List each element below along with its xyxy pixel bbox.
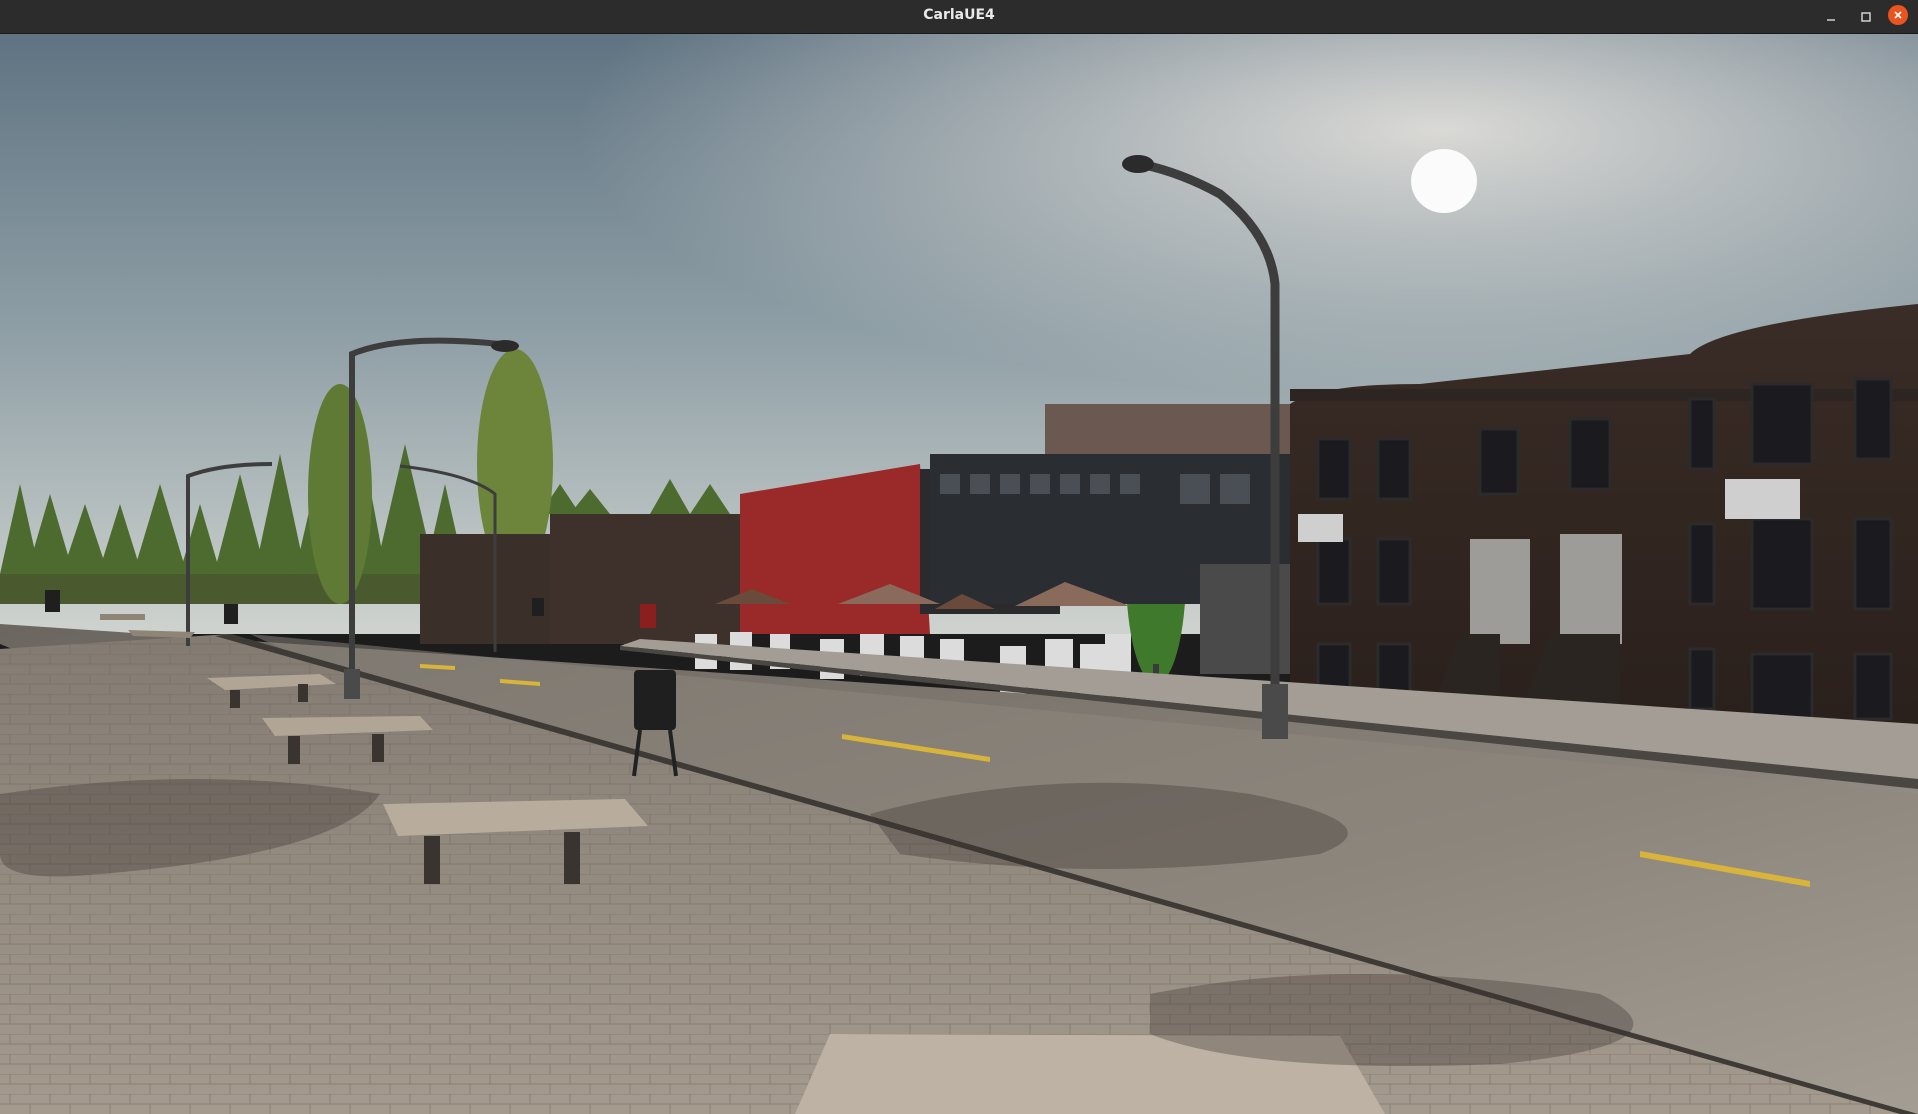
minimize-icon: [1827, 19, 1835, 21]
simulation-viewport[interactable]: [0, 34, 1918, 1114]
close-icon: [1894, 11, 1902, 19]
maximize-button[interactable]: [1855, 6, 1877, 28]
window-title: CarlaUE4: [923, 7, 995, 23]
scene-render: [0, 34, 1918, 1114]
app-window: CarlaUE4: [0, 0, 1918, 1114]
maximize-icon: [1861, 12, 1871, 22]
close-button[interactable]: [1888, 5, 1908, 25]
sun: [1411, 149, 1477, 213]
title-bar[interactable]: CarlaUE4: [0, 0, 1918, 34]
minimize-button[interactable]: [1820, 6, 1842, 28]
